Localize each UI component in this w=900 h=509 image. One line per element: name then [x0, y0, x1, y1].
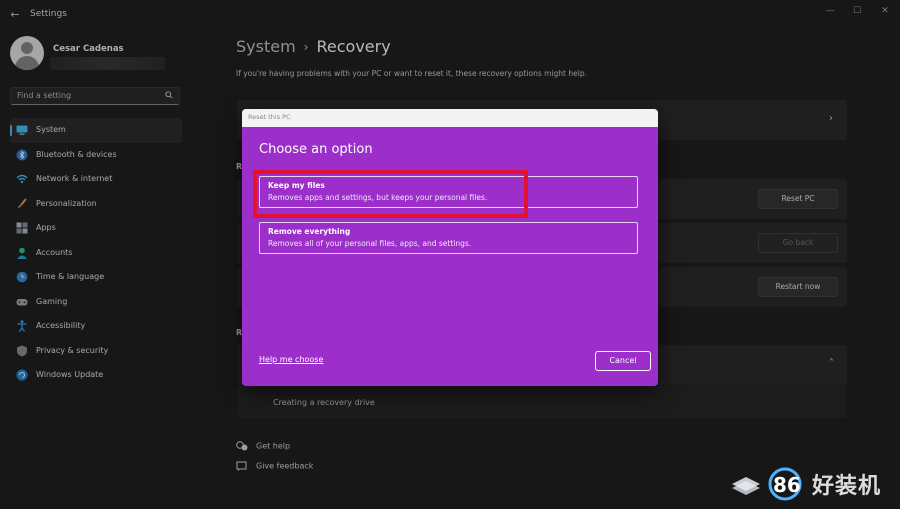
cancel-button[interactable]: Cancel — [595, 351, 651, 371]
watermark-text: 好装机 — [812, 474, 882, 499]
watermark-logo-icon: 86 — [732, 467, 802, 501]
help-me-choose-link[interactable]: Help me choose — [259, 355, 323, 364]
dialog-title-bar: Reset this PC — [242, 109, 658, 127]
reset-pc-dialog: Reset this PC Choose an option Keep my f… — [242, 109, 658, 386]
watermark: 86 好装机 — [730, 460, 895, 504]
dialog-title: Reset this PC — [248, 113, 291, 121]
annotation-highlight-box — [253, 170, 528, 218]
svg-text:86: 86 — [773, 473, 801, 497]
option-title: Remove everything — [268, 227, 351, 236]
option-description: Removes all of your personal files, apps… — [268, 239, 472, 248]
dialog-heading: Choose an option — [259, 142, 373, 157]
remove-everything-option[interactable]: Remove everything Removes all of your pe… — [259, 222, 638, 254]
